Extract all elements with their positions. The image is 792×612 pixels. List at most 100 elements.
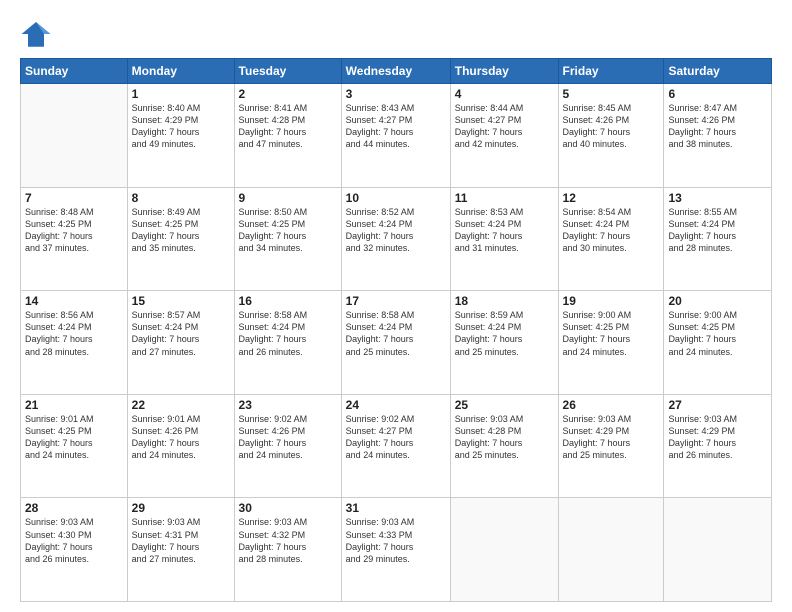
calendar-week-row: 14Sunrise: 8:56 AM Sunset: 4:24 PM Dayli… xyxy=(21,291,772,395)
cell-info: Sunrise: 8:50 AM Sunset: 4:25 PM Dayligh… xyxy=(239,206,337,255)
calendar-cell: 17Sunrise: 8:58 AM Sunset: 4:24 PM Dayli… xyxy=(341,291,450,395)
day-number: 21 xyxy=(25,398,123,412)
cell-info: Sunrise: 8:59 AM Sunset: 4:24 PM Dayligh… xyxy=(455,309,554,358)
cell-info: Sunrise: 9:01 AM Sunset: 4:26 PM Dayligh… xyxy=(132,413,230,462)
cell-info: Sunrise: 9:03 AM Sunset: 4:30 PM Dayligh… xyxy=(25,516,123,565)
calendar-cell xyxy=(450,498,558,602)
calendar-cell: 9Sunrise: 8:50 AM Sunset: 4:25 PM Daylig… xyxy=(234,187,341,291)
calendar-day-header: Sunday xyxy=(21,59,128,84)
day-number: 14 xyxy=(25,294,123,308)
cell-info: Sunrise: 9:02 AM Sunset: 4:27 PM Dayligh… xyxy=(346,413,446,462)
calendar-day-header: Thursday xyxy=(450,59,558,84)
calendar-cell: 6Sunrise: 8:47 AM Sunset: 4:26 PM Daylig… xyxy=(664,84,772,188)
day-number: 4 xyxy=(455,87,554,101)
calendar-week-row: 28Sunrise: 9:03 AM Sunset: 4:30 PM Dayli… xyxy=(21,498,772,602)
calendar-cell: 22Sunrise: 9:01 AM Sunset: 4:26 PM Dayli… xyxy=(127,394,234,498)
day-number: 25 xyxy=(455,398,554,412)
calendar-cell: 5Sunrise: 8:45 AM Sunset: 4:26 PM Daylig… xyxy=(558,84,664,188)
cell-info: Sunrise: 8:54 AM Sunset: 4:24 PM Dayligh… xyxy=(563,206,660,255)
calendar-cell: 28Sunrise: 9:03 AM Sunset: 4:30 PM Dayli… xyxy=(21,498,128,602)
day-number: 30 xyxy=(239,501,337,515)
cell-info: Sunrise: 9:00 AM Sunset: 4:25 PM Dayligh… xyxy=(563,309,660,358)
calendar-cell: 4Sunrise: 8:44 AM Sunset: 4:27 PM Daylig… xyxy=(450,84,558,188)
calendar-cell: 1Sunrise: 8:40 AM Sunset: 4:29 PM Daylig… xyxy=(127,84,234,188)
cell-info: Sunrise: 8:48 AM Sunset: 4:25 PM Dayligh… xyxy=(25,206,123,255)
day-number: 20 xyxy=(668,294,767,308)
calendar-cell: 12Sunrise: 8:54 AM Sunset: 4:24 PM Dayli… xyxy=(558,187,664,291)
cell-info: Sunrise: 8:45 AM Sunset: 4:26 PM Dayligh… xyxy=(563,102,660,151)
calendar-cell: 29Sunrise: 9:03 AM Sunset: 4:31 PM Dayli… xyxy=(127,498,234,602)
day-number: 12 xyxy=(563,191,660,205)
calendar-cell: 8Sunrise: 8:49 AM Sunset: 4:25 PM Daylig… xyxy=(127,187,234,291)
day-number: 15 xyxy=(132,294,230,308)
calendar-cell xyxy=(664,498,772,602)
day-number: 24 xyxy=(346,398,446,412)
calendar-cell: 15Sunrise: 8:57 AM Sunset: 4:24 PM Dayli… xyxy=(127,291,234,395)
cell-info: Sunrise: 8:49 AM Sunset: 4:25 PM Dayligh… xyxy=(132,206,230,255)
calendar-day-header: Monday xyxy=(127,59,234,84)
calendar-cell: 11Sunrise: 8:53 AM Sunset: 4:24 PM Dayli… xyxy=(450,187,558,291)
calendar-cell: 13Sunrise: 8:55 AM Sunset: 4:24 PM Dayli… xyxy=(664,187,772,291)
day-number: 31 xyxy=(346,501,446,515)
cell-info: Sunrise: 8:55 AM Sunset: 4:24 PM Dayligh… xyxy=(668,206,767,255)
day-number: 27 xyxy=(668,398,767,412)
calendar-cell: 20Sunrise: 9:00 AM Sunset: 4:25 PM Dayli… xyxy=(664,291,772,395)
calendar-cell: 16Sunrise: 8:58 AM Sunset: 4:24 PM Dayli… xyxy=(234,291,341,395)
cell-info: Sunrise: 9:02 AM Sunset: 4:26 PM Dayligh… xyxy=(239,413,337,462)
calendar-cell xyxy=(558,498,664,602)
calendar-cell: 2Sunrise: 8:41 AM Sunset: 4:28 PM Daylig… xyxy=(234,84,341,188)
cell-info: Sunrise: 9:03 AM Sunset: 4:32 PM Dayligh… xyxy=(239,516,337,565)
calendar-cell: 31Sunrise: 9:03 AM Sunset: 4:33 PM Dayli… xyxy=(341,498,450,602)
cell-info: Sunrise: 8:41 AM Sunset: 4:28 PM Dayligh… xyxy=(239,102,337,151)
cell-info: Sunrise: 9:01 AM Sunset: 4:25 PM Dayligh… xyxy=(25,413,123,462)
day-number: 26 xyxy=(563,398,660,412)
cell-info: Sunrise: 9:00 AM Sunset: 4:25 PM Dayligh… xyxy=(668,309,767,358)
calendar-cell: 27Sunrise: 9:03 AM Sunset: 4:29 PM Dayli… xyxy=(664,394,772,498)
calendar-day-header: Wednesday xyxy=(341,59,450,84)
calendar-cell: 18Sunrise: 8:59 AM Sunset: 4:24 PM Dayli… xyxy=(450,291,558,395)
cell-info: Sunrise: 8:44 AM Sunset: 4:27 PM Dayligh… xyxy=(455,102,554,151)
cell-info: Sunrise: 8:58 AM Sunset: 4:24 PM Dayligh… xyxy=(239,309,337,358)
cell-info: Sunrise: 8:56 AM Sunset: 4:24 PM Dayligh… xyxy=(25,309,123,358)
day-number: 13 xyxy=(668,191,767,205)
day-number: 19 xyxy=(563,294,660,308)
calendar-cell: 23Sunrise: 9:02 AM Sunset: 4:26 PM Dayli… xyxy=(234,394,341,498)
day-number: 28 xyxy=(25,501,123,515)
cell-info: Sunrise: 9:03 AM Sunset: 4:28 PM Dayligh… xyxy=(455,413,554,462)
day-number: 1 xyxy=(132,87,230,101)
day-number: 16 xyxy=(239,294,337,308)
calendar-header-row: SundayMondayTuesdayWednesdayThursdayFrid… xyxy=(21,59,772,84)
day-number: 9 xyxy=(239,191,337,205)
day-number: 8 xyxy=(132,191,230,205)
day-number: 18 xyxy=(455,294,554,308)
calendar-cell: 25Sunrise: 9:03 AM Sunset: 4:28 PM Dayli… xyxy=(450,394,558,498)
calendar-cell: 21Sunrise: 9:01 AM Sunset: 4:25 PM Dayli… xyxy=(21,394,128,498)
calendar-table: SundayMondayTuesdayWednesdayThursdayFrid… xyxy=(20,58,772,602)
cell-info: Sunrise: 8:57 AM Sunset: 4:24 PM Dayligh… xyxy=(132,309,230,358)
calendar-cell xyxy=(21,84,128,188)
day-number: 5 xyxy=(563,87,660,101)
cell-info: Sunrise: 9:03 AM Sunset: 4:29 PM Dayligh… xyxy=(668,413,767,462)
cell-info: Sunrise: 9:03 AM Sunset: 4:31 PM Dayligh… xyxy=(132,516,230,565)
day-number: 22 xyxy=(132,398,230,412)
cell-info: Sunrise: 8:58 AM Sunset: 4:24 PM Dayligh… xyxy=(346,309,446,358)
calendar-cell: 24Sunrise: 9:02 AM Sunset: 4:27 PM Dayli… xyxy=(341,394,450,498)
logo-icon xyxy=(20,18,52,50)
day-number: 10 xyxy=(346,191,446,205)
cell-info: Sunrise: 9:03 AM Sunset: 4:33 PM Dayligh… xyxy=(346,516,446,565)
calendar-week-row: 7Sunrise: 8:48 AM Sunset: 4:25 PM Daylig… xyxy=(21,187,772,291)
calendar-cell: 19Sunrise: 9:00 AM Sunset: 4:25 PM Dayli… xyxy=(558,291,664,395)
day-number: 3 xyxy=(346,87,446,101)
cell-info: Sunrise: 8:43 AM Sunset: 4:27 PM Dayligh… xyxy=(346,102,446,151)
calendar-day-header: Tuesday xyxy=(234,59,341,84)
page: SundayMondayTuesdayWednesdayThursdayFrid… xyxy=(0,0,792,612)
cell-info: Sunrise: 8:47 AM Sunset: 4:26 PM Dayligh… xyxy=(668,102,767,151)
day-number: 6 xyxy=(668,87,767,101)
logo xyxy=(20,18,58,50)
calendar-cell: 3Sunrise: 8:43 AM Sunset: 4:27 PM Daylig… xyxy=(341,84,450,188)
day-number: 29 xyxy=(132,501,230,515)
day-number: 7 xyxy=(25,191,123,205)
cell-info: Sunrise: 8:40 AM Sunset: 4:29 PM Dayligh… xyxy=(132,102,230,151)
calendar-cell: 10Sunrise: 8:52 AM Sunset: 4:24 PM Dayli… xyxy=(341,187,450,291)
cell-info: Sunrise: 8:52 AM Sunset: 4:24 PM Dayligh… xyxy=(346,206,446,255)
